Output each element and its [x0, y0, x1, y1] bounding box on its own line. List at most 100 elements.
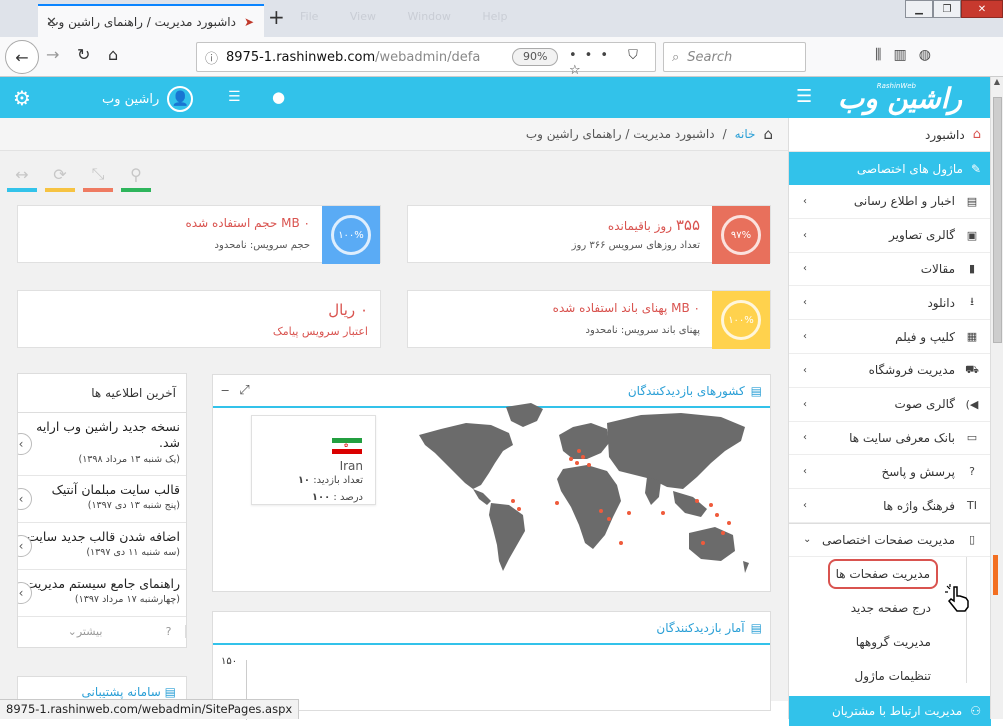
- hamburger-icon[interactable]: ☰: [796, 86, 812, 107]
- search-icon: ⌕: [672, 49, 680, 65]
- new-tab-button[interactable]: +: [268, 5, 285, 29]
- more-icon[interactable]: •••: [569, 48, 616, 63]
- sidebar-section-crm[interactable]: ⚇ مدیریت ارتباط با مشتریان: [789, 696, 991, 726]
- minimize-icon[interactable]: ‒: [221, 383, 239, 398]
- sidebar-subitem-label: درج صفحه جدید: [850, 600, 931, 615]
- help-icon[interactable]: ?: [152, 624, 186, 638]
- news-item[interactable]: اضافه شدن قالب جدید سایت (سه شنبه ۱۱ دی …: [18, 523, 186, 570]
- sidebar-icon[interactable]: ▥: [893, 47, 918, 63]
- user-menu[interactable]: 👤 راشین وب: [102, 86, 194, 112]
- news-item[interactable]: راهنمای جامع سیستم مدیریت (چهارشنبه ۱۷ م…: [18, 570, 186, 617]
- storage-badge: ۱۰۰%: [322, 206, 380, 264]
- panel-list-icon: ▤: [164, 685, 176, 699]
- forward-button[interactable]: →: [46, 45, 59, 64]
- scroll-up-icon[interactable]: ▲: [991, 77, 1003, 93]
- storage-sub: حجم سرویس: نامحدود: [214, 240, 310, 251]
- sidebar-subitem-groups[interactable]: مدیریت گروهها: [789, 625, 991, 659]
- news-item[interactable]: قالب سایت مبلمان آنتیک (پنج شنبه ۱۳ دی ۱…: [18, 476, 186, 523]
- visitor-marker: [581, 455, 585, 459]
- refresh-icon[interactable]: ⟳: [45, 162, 75, 192]
- chevron-left-icon: ›: [803, 229, 807, 241]
- visitor-marker: [721, 531, 725, 535]
- sidebar-item-gallery[interactable]: ▣ گالری تصاویر ›: [789, 219, 991, 253]
- pocket-icon[interactable]: ⛉: [628, 48, 646, 63]
- iran-flag-icon: ✿: [332, 438, 362, 454]
- url-bar[interactable]: ⓘ 8975-1.rashinweb.com/webadmin/defa 90%…: [196, 42, 656, 78]
- bandwidth-percent: ۱۰۰%: [721, 300, 761, 340]
- tooltip-percent: درصد : ۱۰۰: [311, 492, 363, 503]
- sidebar-item-label: مقالات: [920, 261, 955, 276]
- download-icon: ⭳: [970, 295, 974, 309]
- visitor-marker: [555, 501, 559, 505]
- breadcrumb: ⌂ خانه / داشبورد مدیریت / راهنمای راشین …: [0, 118, 788, 151]
- maximize-button[interactable]: ❐: [933, 0, 961, 18]
- close-window-button[interactable]: ✕: [961, 0, 1003, 18]
- sidebar-subitem-label: مدیریت گروهها: [855, 634, 931, 649]
- sidebar-item-clips[interactable]: ▦ کلیپ و فیلم ›: [789, 320, 991, 354]
- visitor-marker: [701, 541, 705, 545]
- link-icon[interactable]: ⚲: [121, 162, 151, 192]
- expand-icon[interactable]: ⤢: [239, 383, 259, 398]
- sidebar-item-label: بانک معرفی سایت ها: [849, 430, 955, 445]
- close-tab-icon[interactable]: ✕: [46, 15, 57, 30]
- sidebar-item-news[interactable]: ▤ اخبار و اطلاع رسانی ›: [789, 185, 991, 219]
- monitor-icon: ▭: [966, 431, 978, 445]
- expand-horizontal-icon[interactable]: ↔: [7, 162, 37, 192]
- visitor-marker: [661, 511, 665, 515]
- days-percent: ۹۷%: [721, 215, 761, 255]
- sidebar-item-download[interactable]: ⭳ دانلود ›: [789, 286, 991, 321]
- globe-icon[interactable]: ◍: [919, 47, 943, 63]
- news-item[interactable]: نسخه جدید راشین وب ارایه شد. (یک شنبه ۱۳…: [18, 413, 186, 476]
- sidebar-item-glossary[interactable]: TI فرهنگ واژه ها ›: [789, 489, 991, 523]
- list-icon[interactable]: ☰: [228, 89, 241, 105]
- bandwidth-sub: پهنای باند سرویس: نامحدود: [585, 325, 700, 336]
- zoom-badge[interactable]: 90%: [512, 48, 559, 66]
- chevron-down-icon: ⌄: [803, 534, 812, 546]
- visitor-marker: [575, 461, 579, 465]
- sidebar-item-articles[interactable]: ▮ مقالات ›: [789, 253, 991, 287]
- visitor-marker: [727, 521, 731, 525]
- newspaper-icon: ▤: [966, 194, 978, 208]
- logo[interactable]: راشین وب RashinWeb: [832, 82, 962, 114]
- library-icon[interactable]: ⫼: [875, 47, 893, 63]
- sidebar-item-audio[interactable]: ◀) گالری صوت ›: [789, 388, 991, 422]
- sidebar-item-custom-pages[interactable]: ▯ مدیریت صفحات اختصاصی ⌄: [789, 522, 991, 557]
- bandwidth-badge: ۱۰۰%: [712, 291, 770, 349]
- reload-button[interactable]: ↻: [77, 45, 90, 64]
- sidebar-section-modules[interactable]: ✎ ماژول های اختصاصی: [789, 152, 991, 185]
- question-icon: ?: [969, 465, 975, 479]
- chevron-left-icon: ›: [803, 297, 807, 309]
- sidebar-item-shop[interactable]: ⛟ مدیریت فروشگاه ›: [789, 354, 991, 388]
- minimize-button[interactable]: ▁: [905, 0, 933, 18]
- browser-tab-bar: ➤ داشبورد مدیریت / راهنمای راشین وب ✕ + …: [0, 0, 1003, 37]
- bookmark-star-icon[interactable]: ☆: [569, 63, 589, 78]
- url-host: 8975-1.rashinweb.com: [226, 49, 376, 65]
- news-item-date: (سه شنبه ۱۱ دی ۱۳۹۷): [86, 547, 180, 558]
- storage-card: ۱۰۰% ۰ MB حجم استفاده شده حجم سرویس: نام…: [17, 205, 381, 264]
- globe-icon[interactable]: ●: [272, 88, 285, 106]
- sidebar-section-label: مدیریت ارتباط با مشتریان: [831, 704, 963, 718]
- page-scrollbar[interactable]: ▲: [990, 77, 1003, 719]
- more-link[interactable]: ⌄بیشتر: [18, 625, 152, 638]
- sidebar-subitem-settings[interactable]: تنظیمات ماژول: [789, 659, 991, 693]
- home-icon: ⌂: [972, 127, 981, 142]
- gear-icon[interactable]: ⚙: [13, 86, 31, 110]
- tooltip-country: Iran: [339, 459, 363, 473]
- news-item-title: راهنمای جامع سیستم مدیریت: [25, 576, 180, 591]
- sidebar-item-sites[interactable]: ▭ بانک معرفی سایت ها ›: [789, 422, 991, 456]
- tool-strip: ↔ ⟳ ⤡ ⚲: [7, 162, 151, 192]
- film-icon: ▦: [966, 330, 978, 344]
- scroll-thumb[interactable]: [993, 97, 1002, 343]
- sidebar-item-faq[interactable]: ? پرسش و پاسخ ›: [789, 455, 991, 490]
- sidebar-item-label: مدیریت صفحات اختصاصی: [821, 532, 955, 547]
- sidebar: ⌂ داشبورد ✎ ماژول های اختصاصی ▤ اخبار و ا…: [788, 118, 991, 726]
- home-icon[interactable]: ⌂: [108, 45, 118, 64]
- sidebar-item-dashboard[interactable]: ⌂ داشبورد: [789, 118, 991, 152]
- home-icon[interactable]: ⌂: [763, 125, 773, 143]
- search-input[interactable]: ⌕ Search: [663, 42, 806, 72]
- days-sub: تعداد روزهای سرویس ۳۶۶ روز: [571, 240, 700, 251]
- breadcrumb-home-link[interactable]: خانه: [735, 127, 756, 141]
- browser-tab[interactable]: ➤ داشبورد مدیریت / راهنمای راشین وب ✕: [38, 4, 264, 37]
- fullscreen-icon[interactable]: ⤡: [83, 162, 113, 192]
- back-button[interactable]: ←: [5, 40, 39, 74]
